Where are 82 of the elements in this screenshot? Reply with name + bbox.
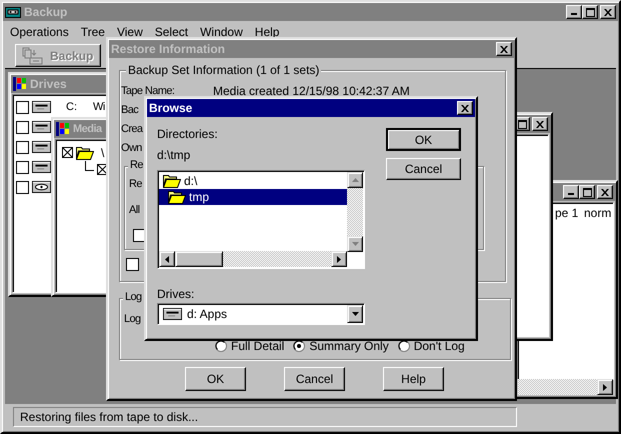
tape-drive-icon (5, 5, 21, 19)
dialog-button[interactable]: Cancel (284, 367, 345, 391)
right-arrow-icon (603, 384, 607, 390)
field-label: Crea (121, 122, 142, 136)
close-icon (604, 8, 612, 16)
group-label: Re (128, 159, 145, 171)
menu-item[interactable]: Window (194, 25, 249, 39)
field-label: Bac (121, 103, 138, 117)
field-label: Directories: (157, 127, 218, 141)
checkbox[interactable] (16, 120, 29, 134)
grid-icon (56, 122, 70, 136)
checkbox[interactable] (126, 258, 139, 271)
scroll-up-button[interactable] (347, 172, 363, 188)
menu-item[interactable]: Tree (74, 25, 111, 39)
checkbox[interactable] (16, 180, 29, 194)
close-button[interactable] (457, 101, 473, 115)
checkbox[interactable] (16, 100, 29, 114)
radio-icon[interactable] (293, 340, 306, 352)
table-cell-text: norm (584, 206, 612, 220)
tree-connector (85, 160, 94, 170)
maximize-icon (518, 120, 526, 128)
menu-item[interactable]: Help (248, 25, 286, 39)
window-title: Media (73, 123, 102, 135)
dropdown-button[interactable] (347, 305, 363, 323)
field-label: Tape Name: (121, 84, 174, 98)
directory-item[interactable]: d:\ (159, 173, 347, 189)
drive-icon (32, 101, 51, 113)
radio-icon[interactable] (398, 340, 410, 352)
drive-icon (163, 308, 182, 320)
tree-label: \ (101, 146, 104, 160)
scroll-thumb[interactable] (175, 251, 223, 267)
window-title: Restore Information (111, 42, 226, 56)
maximize-icon (582, 188, 592, 196)
transfer-icon (22, 46, 44, 64)
close-icon (461, 104, 469, 112)
window-title: Browse (149, 101, 192, 115)
drive-label: Wi (93, 101, 105, 113)
field-value: Media created 12/15/98 10:42:37 AM (213, 84, 410, 98)
window-title: Drives (30, 77, 67, 91)
scroll-left-button[interactable] (159, 251, 175, 267)
dialog-button[interactable]: Help (383, 367, 444, 391)
menu-item[interactable]: View (110, 25, 149, 39)
group-label: Backup Set Information (1 of 1 sets) (126, 63, 322, 77)
group-label: Log (123, 291, 144, 303)
drive-letter: C: (66, 101, 78, 113)
directory-list[interactable]: d:\ tmp (157, 170, 365, 269)
scroll-right-button[interactable] (597, 379, 613, 395)
window-title: Backup (24, 5, 68, 19)
maximize-icon (586, 8, 594, 16)
dialog-button[interactable]: Cancel (386, 158, 461, 180)
field-label: Log (124, 313, 141, 325)
folder-icon (163, 174, 181, 188)
caret-icon (352, 312, 358, 316)
scroll-down-button[interactable] (347, 236, 363, 252)
checkbox[interactable] (16, 140, 29, 154)
status-text: Restoring files from tape to disk... (13, 407, 517, 427)
close-icon (601, 188, 609, 196)
directory-item[interactable]: tmp (159, 189, 347, 205)
down-arrow-icon (352, 242, 358, 246)
table-cell-text: pe 1 (555, 206, 580, 220)
close-icon (500, 46, 508, 52)
up-arrow-icon (352, 178, 358, 182)
checkbox[interactable] (62, 147, 73, 158)
menu-item[interactable]: Select (148, 25, 194, 39)
folder-icon (168, 190, 186, 204)
drive-dropdown[interactable]: d: Apps (157, 303, 365, 325)
menu-item[interactable]: Operations (4, 25, 75, 39)
field-label: Drives: (157, 287, 194, 301)
field-label: All (129, 204, 140, 216)
close-icon (536, 120, 544, 128)
field-label: Own (121, 141, 142, 155)
scroll-right-button[interactable] (331, 251, 347, 267)
right-arrow-icon (337, 256, 341, 262)
grid-icon (13, 77, 27, 91)
folder-icon (76, 146, 94, 160)
radio-icon[interactable] (215, 340, 227, 352)
dialog-button[interactable]: OK (386, 128, 461, 151)
left-arrow-icon (165, 256, 169, 262)
checkbox[interactable] (16, 160, 29, 174)
dialog-button[interactable]: OK (185, 367, 246, 391)
current-path: d:\tmp (157, 148, 190, 162)
field-label: Re (129, 178, 142, 190)
